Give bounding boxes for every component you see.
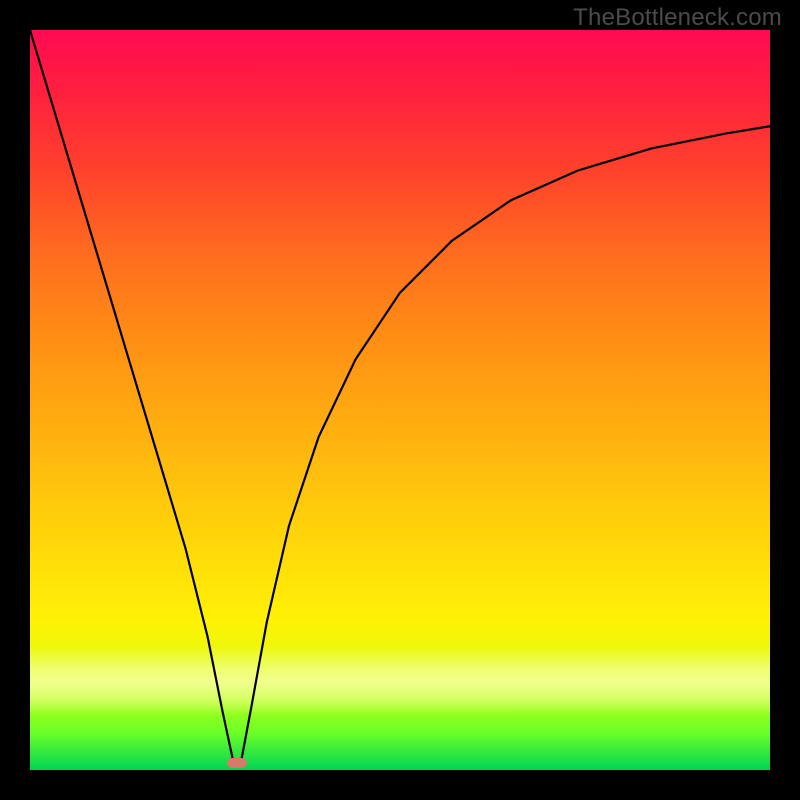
left-branch-path — [30, 30, 234, 763]
plot-area — [30, 30, 770, 770]
curve-svg — [30, 30, 770, 770]
watermark-text: TheBottleneck.com — [573, 4, 782, 32]
chart-frame: TheBottleneck.com — [0, 0, 800, 800]
right-branch-path — [241, 126, 770, 762]
min-marker — [227, 758, 247, 768]
